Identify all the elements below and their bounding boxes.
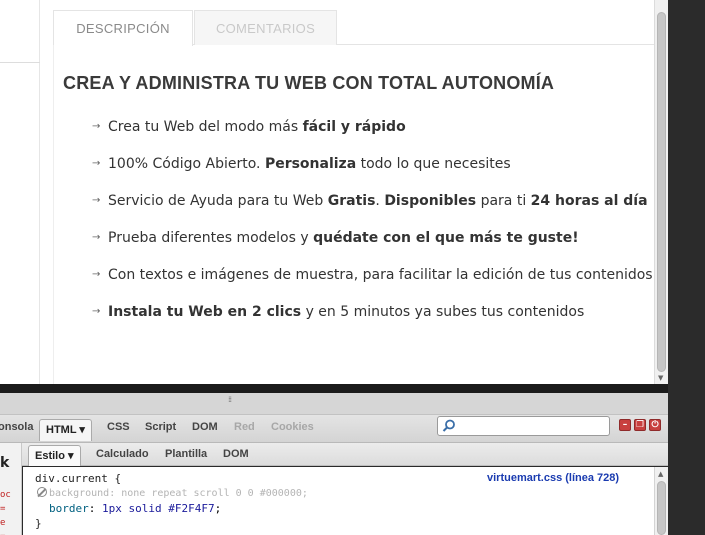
gutter-line: oc: [0, 490, 11, 500]
feature-item: → Servicio de Ayuda para tu Web Gratis. D…: [92, 193, 653, 230]
feature-item: → Crea tu Web del modo más fácil y rápido: [92, 119, 653, 156]
feature-text-part: Con textos e imágenes de muestra, para f…: [108, 267, 653, 283]
resize-bar[interactable]: ⁞⁞: [0, 393, 668, 415]
arrow-bullet-icon: →: [92, 306, 101, 317]
feature-text-part: 100% Código Abierto.: [108, 156, 265, 172]
gutter-line: =: [0, 504, 6, 514]
css-colon: :: [88, 502, 102, 515]
feature-text-bold: Personaliza: [264, 156, 357, 172]
tab-plantilla[interactable]: Plantilla: [165, 448, 207, 460]
detach-icon[interactable]: ❐: [634, 419, 646, 431]
feature-text: Crea tu Web del modo más fácil y rápido: [108, 119, 406, 135]
css-semicolon: ;: [214, 502, 222, 515]
css-property-value[interactable]: 1px solid #F2F4F7: [102, 502, 215, 515]
feature-item: → Con textos e imágenes de muestra, para …: [92, 267, 653, 304]
css-scrollbar-thumb[interactable]: [657, 481, 666, 535]
css-close-brace: }: [35, 517, 42, 530]
side-panel-tabs: Estilo ▾ Calculado Plantilla DOM: [0, 443, 668, 466]
tab-script[interactable]: Script: [145, 421, 176, 433]
search-icon: [442, 419, 455, 432]
disabled-css-rule[interactable]: background: none repeat scroll 0 0 #0000…: [37, 487, 308, 499]
firebug-search-input[interactable]: [437, 416, 610, 436]
browser-window: DESCRIPCIÓN COMENTARIOS CREA Y ADMINISTR…: [0, 0, 705, 535]
feature-text-part: todo lo que necesites: [356, 156, 511, 172]
feature-text-bold: Instala tu Web en 2 clics: [108, 304, 302, 320]
feature-item: → 100% Código Abierto. Personaliza todo l…: [92, 156, 653, 193]
arrow-bullet-icon: →: [92, 158, 101, 169]
page-heading: CREA Y ADMINISTRA TU WEB CON TOTAL AUTON…: [63, 73, 555, 93]
feature-text-part: y en 5 minutos ya subes tus contenidos: [301, 304, 585, 320]
css-source-link[interactable]: virtuemart.css (línea 728): [487, 472, 619, 484]
tab-red[interactable]: Red: [234, 421, 255, 433]
gutter-lines: oc = e =: [0, 490, 12, 535]
panel-separator: [0, 384, 668, 393]
feature-text-part: Crea tu Web del modo más: [108, 119, 303, 135]
left-divider: [0, 62, 40, 63]
css-panel-scrollbar[interactable]: ▲: [654, 467, 668, 535]
feature-text-part: Servicio de Ayuda para tu Web: [108, 193, 328, 209]
resize-grip-icon[interactable]: ⁞⁞: [228, 395, 232, 404]
feature-text-bold: Gratis: [327, 193, 376, 209]
feature-list: → Crea tu Web del modo más fácil y rápido…: [92, 119, 653, 341]
css-property-name[interactable]: border: [49, 502, 89, 515]
feature-text: Instala tu Web en 2 clics y en 5 minutos…: [108, 304, 584, 320]
scroll-down-arrow-icon[interactable]: ▼: [658, 374, 663, 382]
page-scrollbar[interactable]: ▼: [654, 0, 668, 388]
tab-dom-side[interactable]: DOM: [223, 448, 249, 460]
feature-text-bold: 24 horas al día: [530, 193, 648, 209]
feature-text-bold: Disponibles: [384, 193, 477, 209]
minimize-icon[interactable]: –: [619, 419, 631, 431]
tab-estilo[interactable]: Estilo ▾: [28, 445, 81, 466]
css-selector[interactable]: div.current {: [35, 472, 121, 485]
disabled-icon[interactable]: [37, 487, 47, 497]
feature-text: Prueba diferentes modelos y quédate con …: [108, 230, 579, 246]
arrow-bullet-icon: →: [92, 121, 101, 132]
tab-consola[interactable]: onsola: [0, 421, 33, 433]
tab-cookies[interactable]: Cookies: [271, 421, 314, 433]
tab-html[interactable]: HTML ▾: [39, 419, 92, 441]
feature-text-bold: fácil y rápido: [302, 119, 406, 135]
tab-comentarios[interactable]: COMENTARIOS: [194, 10, 337, 45]
left-column: [0, 0, 40, 384]
feature-text-part: para ti: [476, 193, 531, 209]
gutter-line: e: [0, 518, 6, 528]
page-scrollbar-thumb[interactable]: [657, 12, 666, 372]
tab-dom[interactable]: DOM: [192, 421, 218, 433]
tab-calculado[interactable]: Calculado: [96, 448, 149, 460]
feature-text: 100% Código Abierto. Personaliza todo lo…: [108, 156, 511, 172]
arrow-bullet-icon: →: [92, 269, 101, 280]
dark-side-panel: [668, 0, 705, 535]
scroll-up-arrow-icon[interactable]: ▲: [658, 470, 663, 478]
css-property[interactable]: border: 1px solid #F2F4F7;: [49, 502, 221, 515]
disabled-rule-text: background: none repeat scroll 0 0 #0000…: [49, 488, 308, 499]
tab-css[interactable]: CSS: [107, 421, 130, 433]
feature-item: → Prueba diferentes modelos y quédate con…: [92, 230, 653, 267]
tab-descripcion[interactable]: DESCRIPCIÓN: [53, 10, 193, 46]
feature-text-part: Prueba diferentes modelos y: [108, 230, 314, 246]
feature-text: Servicio de Ayuda para tu Web Gratis. Di…: [108, 193, 648, 209]
arrow-bullet-icon: →: [92, 195, 101, 206]
feature-item: → Instala tu Web en 2 clics y en 5 minuto…: [92, 304, 653, 341]
close-icon[interactable]: ⏻: [649, 419, 661, 431]
arrow-bullet-icon: →: [92, 232, 101, 243]
feature-text-bold: quédate con el que más te guste!: [313, 230, 579, 246]
web-page: DESCRIPCIÓN COMENTARIOS CREA Y ADMINISTR…: [0, 0, 668, 384]
feature-text-part: .: [375, 193, 385, 209]
product-tabs: DESCRIPCIÓN COMENTARIOS: [53, 10, 663, 46]
gutter-arrow[interactable]: k: [0, 455, 9, 471]
feature-text: Con textos e imágenes de muestra, para f…: [108, 267, 653, 283]
